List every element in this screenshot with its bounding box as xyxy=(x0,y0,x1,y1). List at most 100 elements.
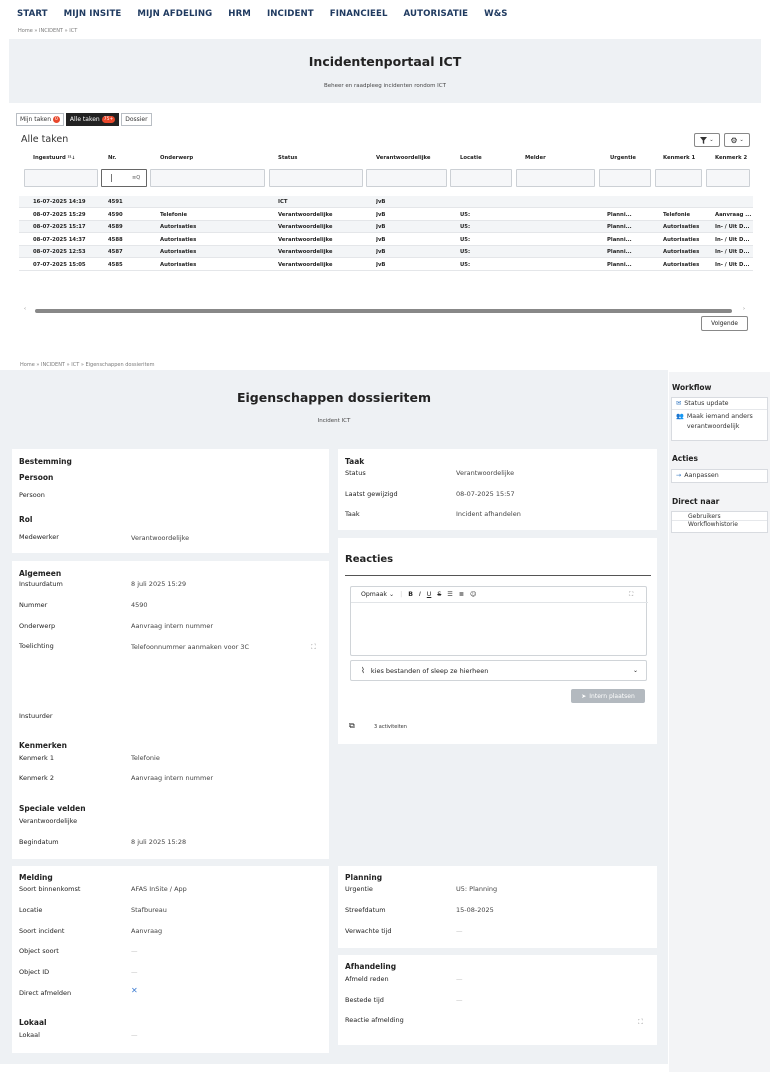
bullet-list-icon[interactable]: ☰ xyxy=(447,591,453,598)
section-header: Afhandeling xyxy=(345,962,397,971)
sidebar-item-workflowhistorie[interactable]: Workflowhistorie xyxy=(672,520,767,528)
table-cell: Planni... xyxy=(607,236,632,243)
field-label: Object ID xyxy=(19,968,50,976)
nav-autorisatie[interactable]: AUTORISATIE xyxy=(404,9,469,19)
filter-field[interactable] xyxy=(24,169,98,187)
breadcrumb[interactable]: Home » INCIDENT » ICT xyxy=(18,28,77,34)
activity-count[interactable]: 3 activiteiten xyxy=(374,724,407,730)
column-header-ingestuurd[interactable]: Ingestuurd ²¹↓ xyxy=(33,155,75,161)
comment-editor[interactable]: Opmaak ⌄ | B I U S ☰ ≣ ☺ ⛶ xyxy=(350,586,648,656)
table-cell: U5: xyxy=(460,224,471,230)
horizontal-scrollbar[interactable] xyxy=(35,309,732,313)
section-header: Lokaal xyxy=(19,1018,47,1027)
numbered-list-icon[interactable]: ≣ xyxy=(459,591,464,598)
emoji-icon[interactable]: ☺ xyxy=(470,591,476,598)
expand-icon[interactable]: ⛶ xyxy=(311,643,316,652)
table-row[interactable]: 08-07-2025 15:29 4590 Telefonie Verantwoord… xyxy=(19,209,753,221)
aanpassen-item[interactable]: → Aanpassen xyxy=(672,470,767,481)
table-cell: Autorisaties xyxy=(160,261,197,268)
field-label: Direct afmelden xyxy=(19,989,72,997)
field-value: — xyxy=(456,996,463,1004)
column-header-locatie[interactable]: Locatie xyxy=(460,155,482,161)
column-header-kenmerk-1[interactable]: Kenmerk 1 xyxy=(663,155,695,161)
filter-icon xyxy=(700,136,708,144)
direct-box: Gebruikers Workflowhistorie xyxy=(671,511,768,533)
nav-hrm[interactable]: HRM xyxy=(228,9,251,19)
filter-field[interactable] xyxy=(450,169,512,187)
sidebar-header: Direct naar xyxy=(672,497,720,506)
next-button[interactable]: Volgende xyxy=(701,316,748,331)
arrow-right-icon: → xyxy=(676,472,682,479)
filter-field[interactable] xyxy=(599,169,651,187)
underline-icon[interactable]: U xyxy=(427,591,432,598)
nav-financieel[interactable]: FINANCIEEL xyxy=(330,9,388,19)
filter-field[interactable] xyxy=(706,169,750,187)
filter-field[interactable] xyxy=(516,169,595,187)
field-label: Afmeld reden xyxy=(345,975,389,983)
bold-icon[interactable]: B xyxy=(408,591,413,598)
italic-icon[interactable]: I xyxy=(419,591,421,598)
reassign-item[interactable]: 👥 Maak iemand anders verantwoordelijk xyxy=(672,409,767,434)
field-label: Streefdatum xyxy=(345,906,386,914)
breadcrumb[interactable]: Home » INCIDENT » ICT » Eigenschappen do… xyxy=(20,362,154,368)
editor-toolbar: Opmaak ⌄ | B I U S ☰ ≣ ☺ ⛶ xyxy=(351,587,648,603)
tab-alle-taken[interactable]: Alle taken 75+ xyxy=(65,113,120,126)
column-header-melder[interactable]: Melder xyxy=(525,155,546,161)
status-update-item[interactable]: ✉ Status update xyxy=(672,398,767,409)
strikethrough-icon[interactable]: S xyxy=(437,591,441,598)
table-row[interactable]: 08-07-2025 14:37 4588 Autorisaties Verantwo… xyxy=(19,234,753,246)
field-value: Aanvraag xyxy=(131,927,163,935)
post-internal-button[interactable]: ➤ Intern plaatsen xyxy=(571,689,645,703)
table-cell: 4589 xyxy=(108,224,123,230)
fullscreen-icon[interactable]: ⛶ xyxy=(629,591,633,599)
field-value: Stafbureau xyxy=(131,906,167,914)
format-dropdown[interactable]: Opmaak ⌄ xyxy=(361,591,394,598)
filter-button[interactable]: ⌄ xyxy=(694,133,720,147)
scroll-left-arrow[interactable]: ‹ xyxy=(24,306,26,312)
table-cell: Autorisaties xyxy=(160,236,197,243)
chevron-down-icon[interactable]: ⌄ xyxy=(633,667,638,674)
field-label: Laatst gewijzigd xyxy=(345,490,398,498)
nav-start[interactable]: START xyxy=(17,9,48,19)
column-header-kenmerk-2[interactable]: Kenmerk 2 xyxy=(715,155,747,161)
column-header-verantwoordelijke[interactable]: Verantwoordelijke xyxy=(376,155,430,161)
field-value: 4590 xyxy=(131,601,148,609)
filter-field[interactable] xyxy=(150,169,265,187)
nav-mijn-insite[interactable]: MIJN INSITE xyxy=(64,9,122,19)
table-cell: U5: xyxy=(460,211,471,218)
expand-icon[interactable]: ⛶ xyxy=(638,1018,643,1027)
table-row[interactable]: 16-07-2025 14:19 4591 ICT JvB xyxy=(19,196,753,208)
tab-mijn-taken[interactable]: Mijn taken 0 xyxy=(16,113,64,126)
column-header-urgentie[interactable]: Urgentie xyxy=(610,155,636,161)
table-row[interactable]: 08-07-2025 15:17 4589 Autorisaties Verantwo… xyxy=(19,221,753,233)
column-header-nr[interactable]: Nr. xyxy=(108,155,116,161)
column-header-onderwerp[interactable]: Onderwerp xyxy=(160,155,193,161)
file-upload[interactable]: ⌇ kies bestanden of sleep ze hierheen ⌄ xyxy=(350,660,647,681)
settings-button[interactable]: ⚙ ⌄ xyxy=(724,133,750,147)
table-row[interactable]: 08-07-2025 12:53 4587 Autorisaties Verantwo… xyxy=(19,246,753,258)
filter-field[interactable] xyxy=(655,169,702,187)
section-header: Algemeen xyxy=(19,569,62,578)
sidebar-item-gebruikers[interactable]: Gebruikers xyxy=(672,512,767,520)
nav-ws[interactable]: W&S xyxy=(484,9,507,19)
gear-icon: ⚙ xyxy=(730,135,738,145)
nav-incident[interactable]: INCIDENT xyxy=(267,9,314,19)
scroll-right-arrow[interactable]: › xyxy=(743,306,745,312)
nav-mijn-afdeling[interactable]: MIJN AFDELING xyxy=(137,9,212,19)
table-cell: 08-07-2025 12:53 xyxy=(33,249,86,255)
field-label: Verwachte tijd xyxy=(345,927,392,935)
list-title: Alle taken xyxy=(21,134,69,145)
column-header-status[interactable]: Status xyxy=(278,155,297,161)
filter-field[interactable] xyxy=(269,169,363,187)
table-cell: 07-07-2025 15:05 xyxy=(33,261,86,268)
table-cell: In- / Uit D... xyxy=(715,236,750,243)
tab-dossier[interactable]: Dossier xyxy=(121,113,152,126)
field-value: Aanvraag intern nummer xyxy=(131,774,214,782)
field-value: — xyxy=(131,968,138,976)
field-value: Verantwoordelijke xyxy=(131,534,190,542)
field-value: 08-07-2025 15:57 xyxy=(456,490,515,498)
table-row[interactable]: 07-07-2025 15:05 4585 Autorisaties Verantwo… xyxy=(19,259,753,271)
field-value: Verantwoordelijke xyxy=(456,469,515,477)
nr-filter-input[interactable]: | ≡Q xyxy=(101,169,147,187)
filter-field[interactable] xyxy=(366,169,447,187)
